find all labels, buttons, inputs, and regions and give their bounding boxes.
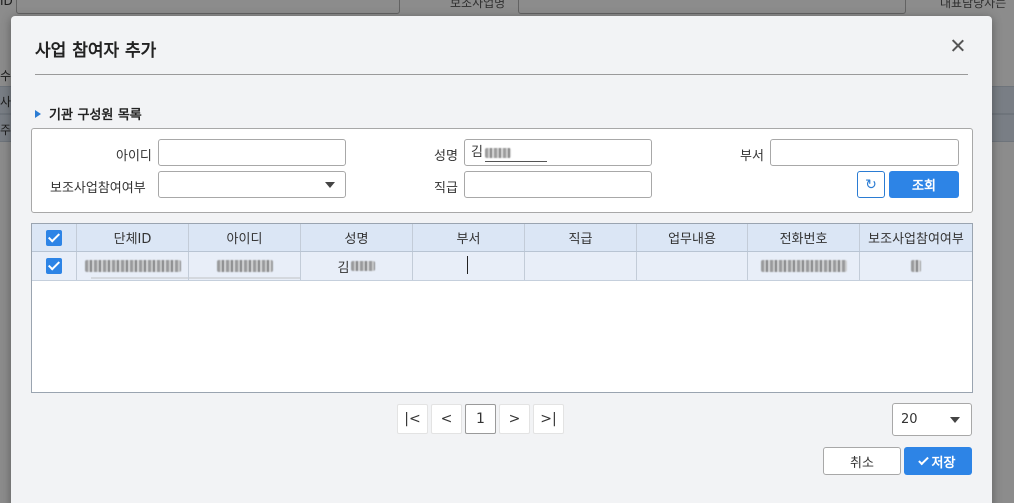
page-size-select[interactable]: 20 [892,403,972,436]
dept-label: 부서 [740,149,764,164]
first-page-button[interactable]: |< [397,404,428,434]
name-label: 성명 [434,149,458,164]
id-label: 아이디 [116,149,152,164]
participation-label: 보조사업참여여부 [50,181,146,196]
col-work[interactable]: 업무내용 [637,224,748,251]
redacted-name [351,261,376,271]
cell-participation [860,252,972,280]
cell-user-id [189,252,301,280]
col-dept[interactable]: 부서 [413,224,525,251]
select-all-checkbox-cell [32,224,77,251]
participation-select[interactable] [158,171,346,198]
cell-rank [525,252,637,280]
search-button[interactable]: 조회 [889,171,959,198]
rank-input[interactable] [464,171,652,198]
col-rank[interactable]: 직급 [525,224,637,251]
reset-button[interactable]: ↻ [857,171,885,198]
rank-label: 직급 [434,181,458,196]
redacted-user-id [216,260,273,272]
pagination: |< < 1 > >| [397,404,564,434]
id-input[interactable] [158,139,346,166]
table-row[interactable]: 김 [32,252,972,281]
redacted-org-id [84,260,181,272]
modal-title: 사업 참여자 추가 [35,41,157,61]
col-user-id[interactable]: 아이디 [189,224,301,251]
redacted-participation [911,260,921,272]
scroll-mark [189,277,300,279]
triangle-right-icon [35,109,41,118]
chevron-down-icon [325,182,335,188]
member-grid: 단체ID 아이디 성명 부서 직급 업무내용 전화번호 보조사업참여여부 김 [31,223,973,393]
name-input[interactable]: 김 [464,139,652,166]
col-participation[interactable]: 보조사업참여여부 [860,224,972,251]
cell-phone [748,252,860,280]
search-panel: 아이디 성명 김 부서 보조사업참여여부 직급 ↻ 조회 [31,128,973,213]
row-checkbox-cell [32,252,77,280]
cell-dept[interactable] [413,252,525,280]
cancel-button[interactable]: 취소 [823,447,901,475]
scroll-mark [91,277,188,279]
page-number-button[interactable]: 1 [465,404,496,434]
ime-underline [485,161,547,162]
section-title: 기관 구성원 목록 [49,108,142,123]
section-header: 기관 구성원 목록 [35,104,142,123]
row-name-value: 김 [337,260,350,276]
grid-header: 단체ID 아이디 성명 부서 직급 업무내용 전화번호 보조사업참여여부 [32,224,972,252]
col-org-id[interactable]: 단체ID [77,224,189,251]
select-all-checkbox[interactable] [46,229,62,246]
save-button[interactable]: 저장 [904,447,972,475]
check-icon [917,454,929,465]
cell-work [637,252,748,280]
prev-page-button[interactable]: < [431,404,462,434]
chevron-down-icon [950,417,960,423]
cell-org-id [77,252,189,280]
title-divider [35,74,968,75]
save-button-label: 저장 [931,455,956,471]
text-caret [467,256,468,274]
row-checkbox[interactable] [46,258,62,274]
redacted-phone [760,260,847,272]
page-size-value: 20 [901,412,918,427]
dept-input[interactable] [770,139,959,166]
col-name[interactable]: 성명 [301,224,413,251]
redacted-text [484,147,511,158]
cell-name: 김 [301,252,413,280]
refresh-icon: ↻ [865,176,877,193]
name-input-value: 김 [471,145,483,160]
add-participant-modal: 사업 참여자 추가 기관 구성원 목록 아이디 성명 김 부서 보조사업참여여부… [11,16,992,503]
last-page-button[interactable]: >| [533,404,564,434]
col-phone[interactable]: 전화번호 [748,224,860,251]
close-icon[interactable] [948,36,968,56]
next-page-button[interactable]: > [499,404,530,434]
